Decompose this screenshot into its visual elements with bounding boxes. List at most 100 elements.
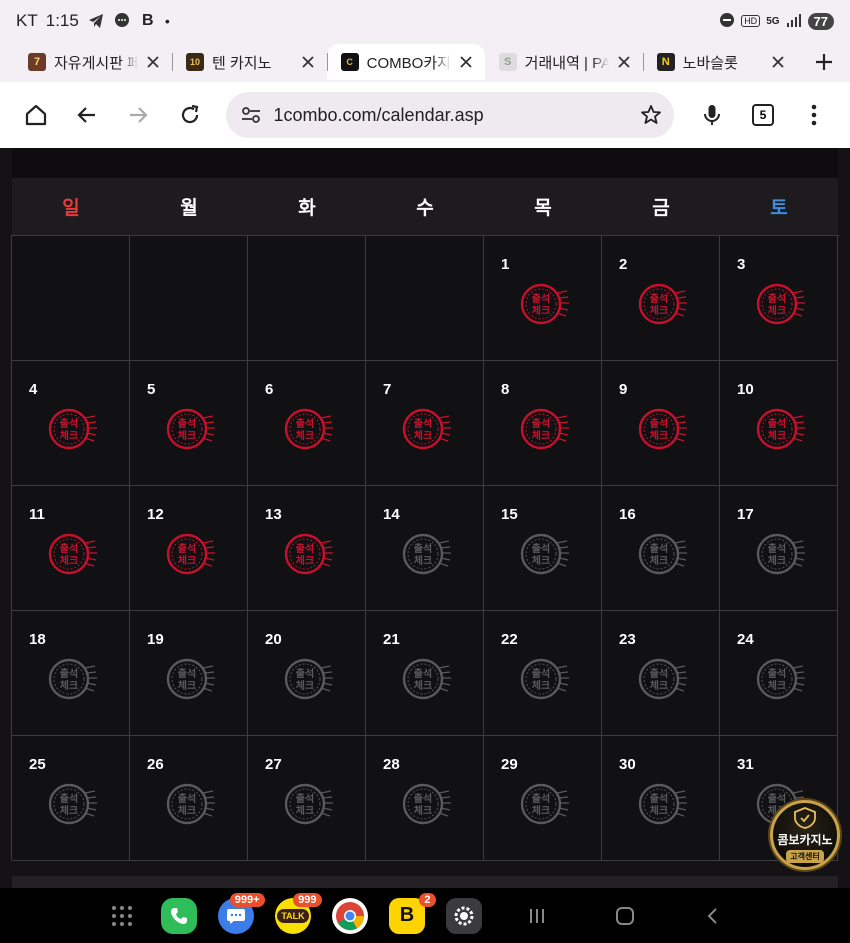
calendar-day-cell[interactable]: 19 출석 체크 (130, 611, 248, 736)
calendar-day-cell[interactable]: 13 출석 체크 (248, 486, 366, 611)
svg-text:체크: 체크 (178, 429, 196, 442)
weekday-thu: 목 (534, 198, 552, 219)
svg-text:체크: 체크 (532, 554, 550, 567)
attendance-stamp-icon: 출석체크 (166, 658, 215, 700)
url-text[interactable]: 1combo.com/calendar.asp (274, 105, 640, 126)
calendar-day-cell[interactable]: 24 출석 체크 (720, 611, 838, 736)
calendar-day-cell[interactable]: 8 출석 체크 (484, 361, 602, 486)
forward-button[interactable] (113, 88, 164, 142)
calendar-day-cell[interactable]: 6 출석 체크 (248, 361, 366, 486)
calendar-day-cell[interactable]: 16 출석 체크 (602, 486, 720, 611)
phone-app[interactable] (151, 888, 208, 943)
attendance-stamp-icon: 출석체크 (48, 783, 97, 825)
calendar-day-cell[interactable]: 10 출석 체크 (720, 361, 838, 486)
tab-0[interactable]: 7 자유게시판 페이지 (14, 44, 172, 80)
close-icon[interactable] (457, 53, 475, 71)
calendar-day-cell[interactable]: 12 출석 체크 (130, 486, 248, 611)
svg-text:출석: 출석 (532, 542, 550, 555)
tab-1[interactable]: 10 텐 카지노 (172, 44, 327, 80)
calendar-day-cell[interactable]: 5 출석 체크 (130, 361, 248, 486)
weekday-mon: 월 (180, 198, 198, 219)
customer-center-button[interactable]: 콤보카지노 고객센터 (770, 800, 840, 870)
attendance-stamp-checked-icon: 출석체크 (638, 408, 687, 450)
chat-icon (113, 12, 131, 30)
telegram-icon (87, 12, 105, 30)
calendar-day-cell[interactable]: 7 출석 체크 (366, 361, 484, 486)
svg-text:출석: 출석 (768, 417, 786, 430)
network-type: 5G (766, 15, 780, 27)
svg-text:체크: 체크 (650, 554, 668, 567)
close-icon[interactable] (769, 53, 787, 71)
tab-2[interactable]: C COMBO카지노 (326, 44, 485, 80)
day-number: 6 (265, 381, 274, 398)
new-tab-button[interactable] (797, 44, 850, 80)
calendar-day-cell[interactable]: 30 출석 체크 (602, 736, 720, 861)
kakaotalk-app[interactable]: TALK 999 (265, 888, 322, 943)
site-settings-icon[interactable] (240, 104, 262, 126)
attendance-stamp-icon: 출석체크 (638, 658, 687, 700)
calendar-day-cell[interactable]: 29 출석 체크 (484, 736, 602, 861)
calendar-day-cell[interactable]: 1 출석 체크 (484, 236, 602, 361)
svg-text:체크: 체크 (650, 429, 668, 442)
calendar-day-cell[interactable]: 23 출석 체크 (602, 611, 720, 736)
day-number: 26 (147, 756, 164, 773)
menu-button[interactable] (789, 88, 840, 142)
calendar-day-cell[interactable]: 15 출석 체크 (484, 486, 602, 611)
calendar-day-cell[interactable]: 26 출석 체크 (130, 736, 248, 861)
ten-icon: 10 (186, 53, 204, 71)
calendar-day-cell[interactable]: 27 출석 체크 (248, 736, 366, 861)
svg-text:체크: 체크 (532, 679, 550, 692)
calendar-day-cell[interactable]: 9 출석 체크 (602, 361, 720, 486)
close-icon[interactable] (615, 53, 633, 71)
back-button[interactable] (61, 88, 112, 142)
day-number: 22 (501, 631, 518, 648)
tab-4[interactable]: N 노바슬롯 (642, 44, 798, 80)
close-icon[interactable] (299, 53, 317, 71)
settings-app[interactable] (436, 888, 493, 943)
calendar-day-cell[interactable]: 21 출석 체크 (366, 611, 484, 736)
calendar-day-cell[interactable]: 22 출석 체크 (484, 611, 602, 736)
attendance-stamp-icon: 출석체크 (638, 783, 687, 825)
svg-text:출석: 출석 (178, 417, 196, 430)
day-number: 3 (737, 256, 746, 273)
attendance-stamp-checked-icon: 출석체크 (402, 408, 451, 450)
calendar-day-cell[interactable]: 4 출석 체크 (12, 361, 130, 486)
calendar-day-cell[interactable]: 2 출석 체크 (602, 236, 720, 361)
svg-text:체크: 체크 (60, 804, 78, 817)
home-nav-button[interactable] (581, 888, 669, 943)
calendar-cell-empty (248, 236, 366, 361)
attendance-stamp-checked-icon: 출석체크 (520, 283, 569, 325)
attendance-stamp-checked-icon: 출석체크 (638, 283, 687, 325)
calendar-day-cell[interactable]: 11 출석 체크 (12, 486, 130, 611)
calendar-day-cell[interactable]: 20 출석 체크 (248, 611, 366, 736)
calendar-day-cell[interactable]: 14 출석 체크 (366, 486, 484, 611)
calendar-day-cell[interactable]: 18 출석 체크 (12, 611, 130, 736)
star-icon[interactable] (640, 104, 662, 126)
calendar-day-cell[interactable]: 17 출석 체크 (720, 486, 838, 611)
calendar-day-cell[interactable]: 25 출석 체크 (12, 736, 130, 861)
svg-text:체크: 체크 (60, 679, 78, 692)
weekday-header: 일 월 화 수 목 금 토 (12, 178, 838, 235)
calendar-day-cell[interactable]: 3 출석 체크 (720, 236, 838, 361)
recents-button[interactable] (493, 888, 581, 943)
calendar-day-cell[interactable]: 28 출석 체크 (366, 736, 484, 861)
day-number: 27 (265, 756, 282, 773)
back-nav-button[interactable] (669, 888, 757, 943)
close-icon[interactable] (144, 53, 162, 71)
attendance-stamp-checked-icon: 출석체크 (756, 283, 805, 325)
voice-search-button[interactable] (686, 88, 737, 142)
b-app[interactable]: B 2 (379, 888, 436, 943)
messages-app[interactable]: 999+ (208, 888, 265, 943)
attendance-stamp-checked-icon: 출석체크 (520, 408, 569, 450)
home-button[interactable] (10, 88, 61, 142)
tab-3[interactable]: S 거래내역 | PAYZ (485, 44, 643, 80)
address-bar[interactable]: 1combo.com/calendar.asp (225, 92, 674, 138)
attendance-stamp-icon: 출석체크 (520, 533, 569, 575)
reload-button[interactable] (164, 88, 215, 142)
svg-text:체크: 체크 (296, 429, 314, 442)
tab-switcher-button[interactable]: 5 (737, 88, 788, 142)
attendance-stamp-icon: 출석체크 (756, 658, 805, 700)
svg-text:체크: 체크 (768, 679, 786, 692)
app-drawer-button[interactable] (94, 888, 151, 943)
chrome-app[interactable] (322, 888, 379, 943)
